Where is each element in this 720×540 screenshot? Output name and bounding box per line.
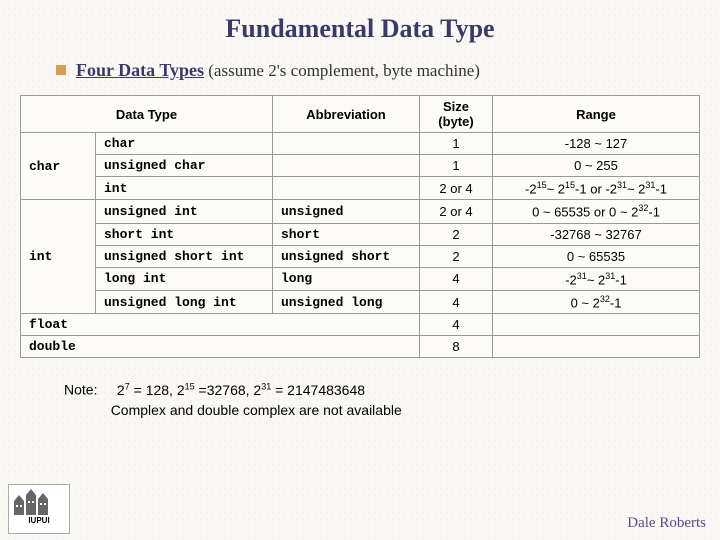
cell-abbrev: long [273,267,420,290]
cell-size: 2 or 4 [420,177,493,200]
th-range: Range [493,96,700,133]
note-block: Note: 27 = 128, 215 =32768, 231 = 214748… [0,358,720,420]
table-row: long intlong4-231~ 231-1 [21,267,700,290]
cell-abbrev [273,155,420,177]
cell-size: 2 or 4 [420,200,493,223]
iupui-logo: IUPUI [8,484,70,534]
bullet-icon [56,65,66,75]
cell-abbrev: unsigned long [273,290,420,313]
table-row: unsigned char 10 ~ 255 [21,155,700,177]
cell-type: unsigned char [96,155,273,177]
subtitle-rest: (assume 2's complement, byte machine) [204,61,480,80]
cell-type: long int [96,267,273,290]
cell-type: int [96,177,273,200]
table-row: charchar1-128 ~ 127 [21,133,700,155]
cell-type: short int [96,223,273,245]
cell-range: 0 ~ 65535 or 0 ~ 232-1 [493,200,700,223]
table-row: intunsigned intunsigned2 or 40 ~ 65535 o… [21,200,700,223]
cell-range [493,336,700,358]
logo-text: IUPUI [28,516,49,525]
cell-abbrev [273,177,420,200]
table-row: unsigned long intunsigned long40 ~ 232-1 [21,290,700,313]
cell-range: 0 ~ 255 [493,155,700,177]
cell-size: 4 [420,314,493,336]
slide-title: Fundamental Data Type [0,0,720,52]
cell-abbrev: unsigned short [273,245,420,267]
table-row: int 2 or 4-215~ 215-1 or -231~ 231-1 [21,177,700,200]
cell-group: int [21,200,96,314]
cell-abbrev [273,133,420,155]
cell-group: float [21,314,420,336]
cell-size: 2 [420,223,493,245]
note-label: Note: [64,382,97,398]
table-row: double8 [21,336,700,358]
author-name: Dale Roberts [627,515,706,532]
cell-type: unsigned int [96,200,273,223]
cell-range: -32768 ~ 32767 [493,223,700,245]
cell-group: char [21,133,96,200]
data-type-table: Data Type Abbreviation Size (byte) Range… [20,95,700,358]
th-datatype: Data Type [21,96,273,133]
cell-size: 2 [420,245,493,267]
cell-range: 0 ~ 65535 [493,245,700,267]
table-row: unsigned short intunsigned short20 ~ 655… [21,245,700,267]
cell-size: 8 [420,336,493,358]
table-row: short intshort2-32768 ~ 32767 [21,223,700,245]
cell-type: char [96,133,273,155]
cell-size: 1 [420,155,493,177]
subtitle-bold: Four Data Types [76,60,204,80]
cell-size: 4 [420,267,493,290]
cell-type: unsigned short int [96,245,273,267]
cell-abbrev: unsigned [273,200,420,223]
cell-range: -128 ~ 127 [493,133,700,155]
table-header-row: Data Type Abbreviation Size (byte) Range [21,96,700,133]
note-line2: Complex and double complex are not avail… [111,402,402,418]
th-abbrev: Abbreviation [273,96,420,133]
cell-range [493,314,700,336]
cell-range: -215~ 215-1 or -231~ 231-1 [493,177,700,200]
cell-range: -231~ 231-1 [493,267,700,290]
cell-size: 4 [420,290,493,313]
subtitle: Four Data Types (assume 2's complement, … [0,52,720,91]
cell-size: 1 [420,133,493,155]
cell-type: unsigned long int [96,290,273,313]
note-line1: 27 = 128, 215 =32768, 231 = 2147483648 [117,382,365,398]
cell-group: double [21,336,420,358]
th-size: Size (byte) [420,96,493,133]
cell-range: 0 ~ 232-1 [493,290,700,313]
table-row: float4 [21,314,700,336]
cell-abbrev: short [273,223,420,245]
